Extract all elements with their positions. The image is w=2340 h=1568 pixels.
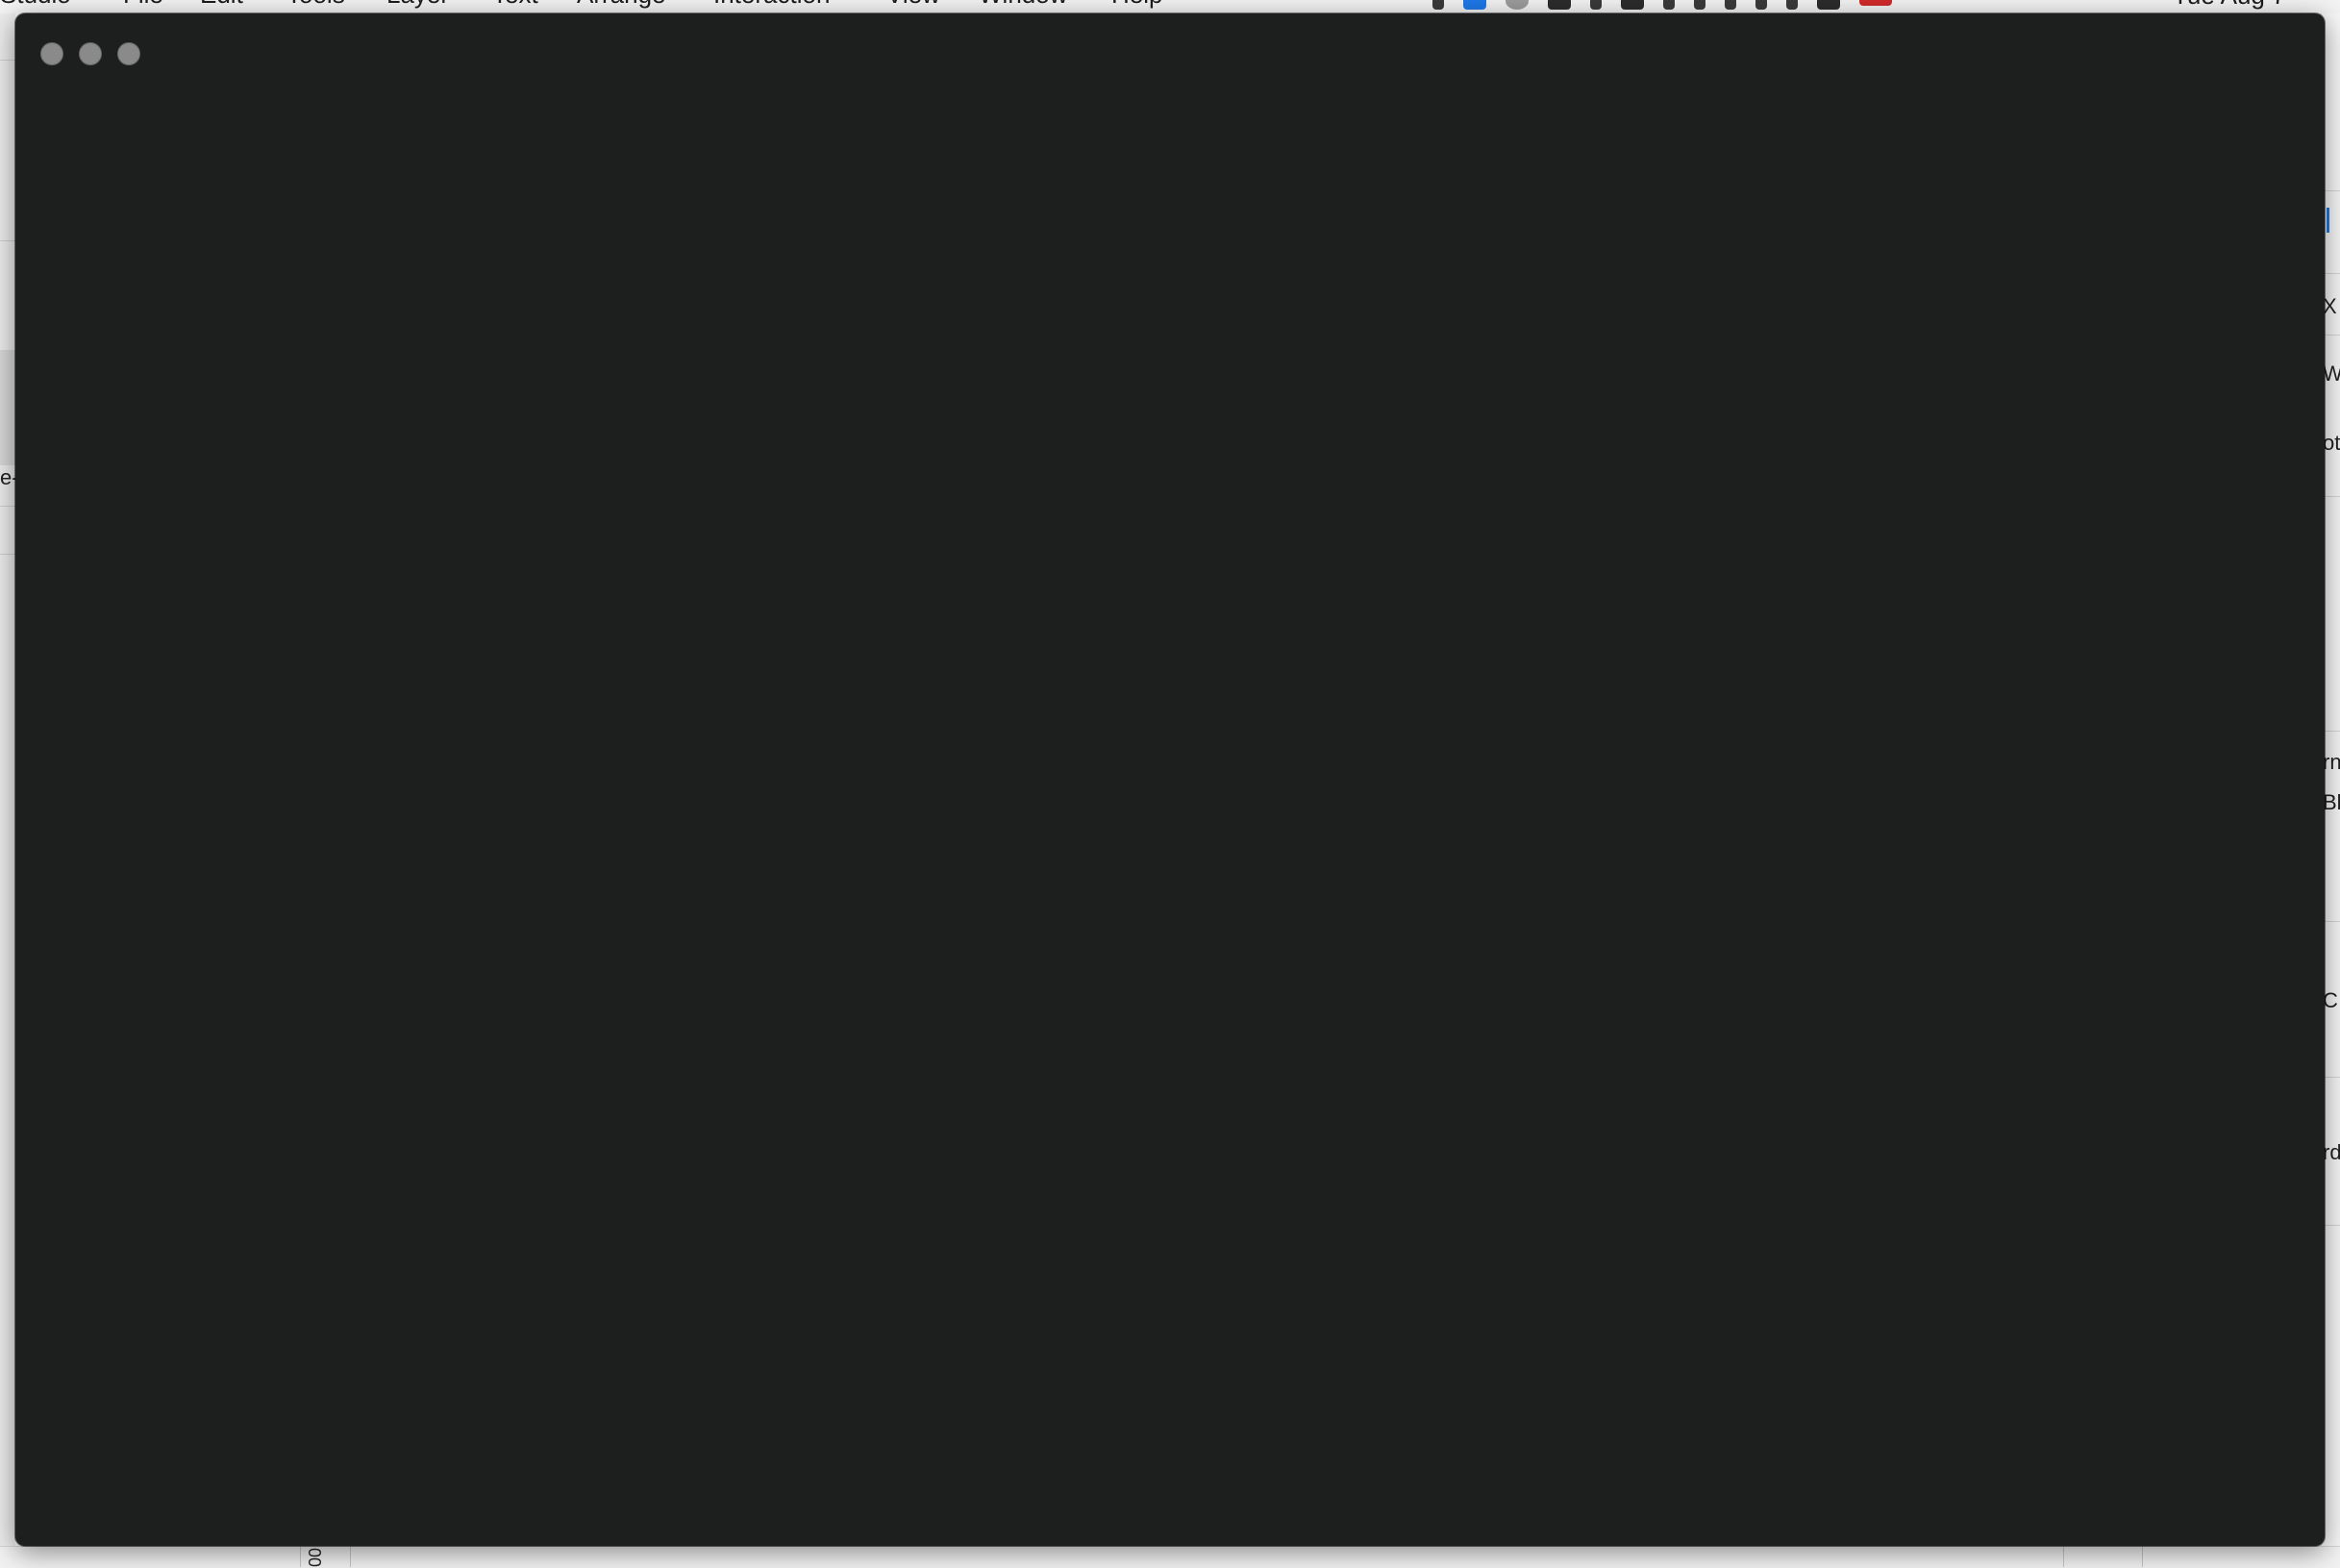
background-right-item-rn: rn: [2323, 750, 2340, 774]
menu-file[interactable]: File: [123, 0, 163, 9]
app-status-icon[interactable]: [1590, 0, 1602, 10]
minimize-button[interactable]: [79, 42, 102, 65]
sync-icon[interactable]: [1663, 0, 1675, 10]
dark-window[interactable]: [15, 13, 2325, 1546]
bell-icon[interactable]: [1694, 0, 1705, 10]
menu-view[interactable]: View: [886, 0, 940, 9]
menu-app-name[interactable]: Studio: [0, 0, 71, 9]
screen-icon[interactable]: [1817, 0, 1840, 10]
cloud-icon[interactable]: [1506, 0, 1529, 10]
ruler-tick: [350, 1546, 351, 1567]
divider: [0, 506, 15, 507]
ruler-tick: [2063, 1546, 2064, 1567]
menu-edit[interactable]: Edit: [200, 0, 243, 9]
menubar-clock[interactable]: Tue Aug 7: [2173, 0, 2286, 10]
background-right-item-rotation: ota: [2323, 431, 2340, 455]
ruler-tick: [300, 1546, 301, 1567]
ruler-label: 00: [306, 1547, 325, 1567]
wifi-icon[interactable]: [1755, 0, 1767, 10]
background-left-panel: [0, 13, 15, 1552]
bluetooth-icon[interactable]: [1725, 0, 1736, 10]
background-right-item-width: Wid: [2323, 361, 2340, 386]
divider: [0, 554, 15, 555]
dropbox-icon[interactable]: [1463, 0, 1486, 10]
selected-row-highlight: [0, 350, 15, 465]
menu-layer[interactable]: Layer: [386, 0, 449, 9]
menu-help[interactable]: Help: [1111, 0, 1162, 9]
menu-interaction[interactable]: Interaction: [713, 0, 830, 9]
menu-text[interactable]: Text: [492, 0, 538, 9]
volume-icon[interactable]: [1786, 0, 1798, 10]
background-right-item-rd: rd: [2323, 1140, 2340, 1164]
close-button[interactable]: [40, 42, 63, 65]
align-icon[interactable]: [2327, 208, 2340, 233]
battery-icon[interactable]: [1548, 0, 1571, 10]
divider: [0, 60, 15, 61]
background-right-item-c: C: [2323, 988, 2338, 1012]
status-icons: [1432, 0, 1911, 10]
background-right-item-x: X: [2323, 294, 2337, 318]
background-right-item-blend: Ble: [2323, 790, 2340, 814]
grid-icon[interactable]: [1621, 0, 1644, 10]
shield-icon[interactable]: [1432, 0, 1444, 10]
divider: [0, 240, 15, 241]
menu-arrange[interactable]: Arrange: [577, 0, 666, 9]
flag-icon[interactable]: [1859, 0, 1892, 6]
menu-bar: Studio File Edit Tools Layer Text Arrang…: [0, 0, 2340, 13]
window-controls: [40, 42, 156, 65]
menu-tools[interactable]: Tools: [286, 0, 345, 9]
zoom-button[interactable]: [117, 42, 140, 65]
background-bottom-ruler: [0, 1546, 2340, 1568]
menu-window[interactable]: Window: [979, 0, 1067, 9]
ruler-tick: [2142, 1546, 2143, 1567]
